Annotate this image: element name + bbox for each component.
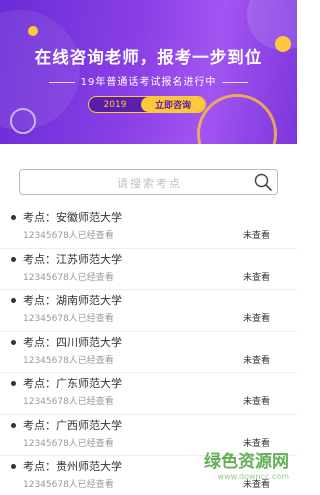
bullet-icon [11,422,16,428]
banner-year: 2019 [103,99,127,110]
list-item[interactable]: 考点：湖南师范大学 12345678人已经查看 未查看 [0,290,297,332]
list-item-count: 12345678人已经查看 [23,438,114,449]
list-item[interactable]: 考点：广东师范大学 12345678人已经查看 未查看 [0,373,297,415]
list-item-title: 考点：安徽师范大学 [23,211,122,224]
list-item[interactable]: 考点：安徽师范大学 12345678人已经查看 未查看 [0,207,297,249]
list-item[interactable]: 考点：四川师范大学 12345678人已经查看 未查看 [0,332,297,373]
list-item[interactable]: 考点：江苏师范大学 12345678人已经查看 未查看 [0,249,297,290]
bullet-icon [11,298,16,303]
banner-subtitle: 19年普通话考试报名进行中 [0,73,297,88]
banner-cta[interactable]: 2019 立即咨询 [88,96,206,113]
list-item-title: 考点：江苏师范大学 [23,252,122,266]
list-item-status: 未查看 [242,272,270,283]
watermark: 绿色资源网 www.downcc.com [204,447,289,481]
consult-now-button[interactable]: 立即咨询 [141,97,205,112]
promo-banner[interactable]: 在线咨询老师，报考一步到位 19年普通话考试报名进行中 2019 立即咨询 [0,0,297,144]
list-item-status: 未查看 [242,231,270,241]
bullet-icon [11,215,16,220]
banner-title: 在线咨询老师，报考一步到位 [34,48,263,67]
list-item-count: 12345678人已经查看 [23,231,114,241]
banner-decoration [197,94,277,144]
search-icon[interactable] [253,172,273,192]
list-item-title: 考点：广西师范大学 [23,418,122,432]
list-item-title: 考点：四川师范大学 [23,335,122,349]
list-item-status: 未查看 [242,355,270,366]
list-item-count: 12345678人已经查看 [23,272,114,283]
bullet-icon [11,256,16,262]
list-item-count: 12345678人已经查看 [23,480,114,490]
watermark-url: www.downcc.com [217,472,289,481]
list-item-count: 12345678人已经查看 [23,397,114,407]
list-item-status: 未查看 [242,397,270,407]
list-item-title: 考点：湖南师范大学 [23,294,122,307]
banner-decoration [28,26,38,36]
bullet-icon [11,339,16,345]
list-item-title: 考点：贵州师范大学 [23,460,122,473]
banner-decoration [10,108,36,134]
list-item-count: 12345678人已经查看 [23,314,114,324]
search-box[interactable]: 请搜索考点 [19,169,278,195]
list-item-count: 12345678人已经查看 [23,355,114,366]
list-item-status: 未查看 [242,314,270,324]
watermark-text: 绿色资源网 [204,452,289,472]
bullet-icon [11,464,16,469]
bullet-icon [11,381,16,386]
search-input[interactable]: 请搜索考点 [20,175,279,191]
list-item-title: 考点：广东师范大学 [23,377,122,390]
